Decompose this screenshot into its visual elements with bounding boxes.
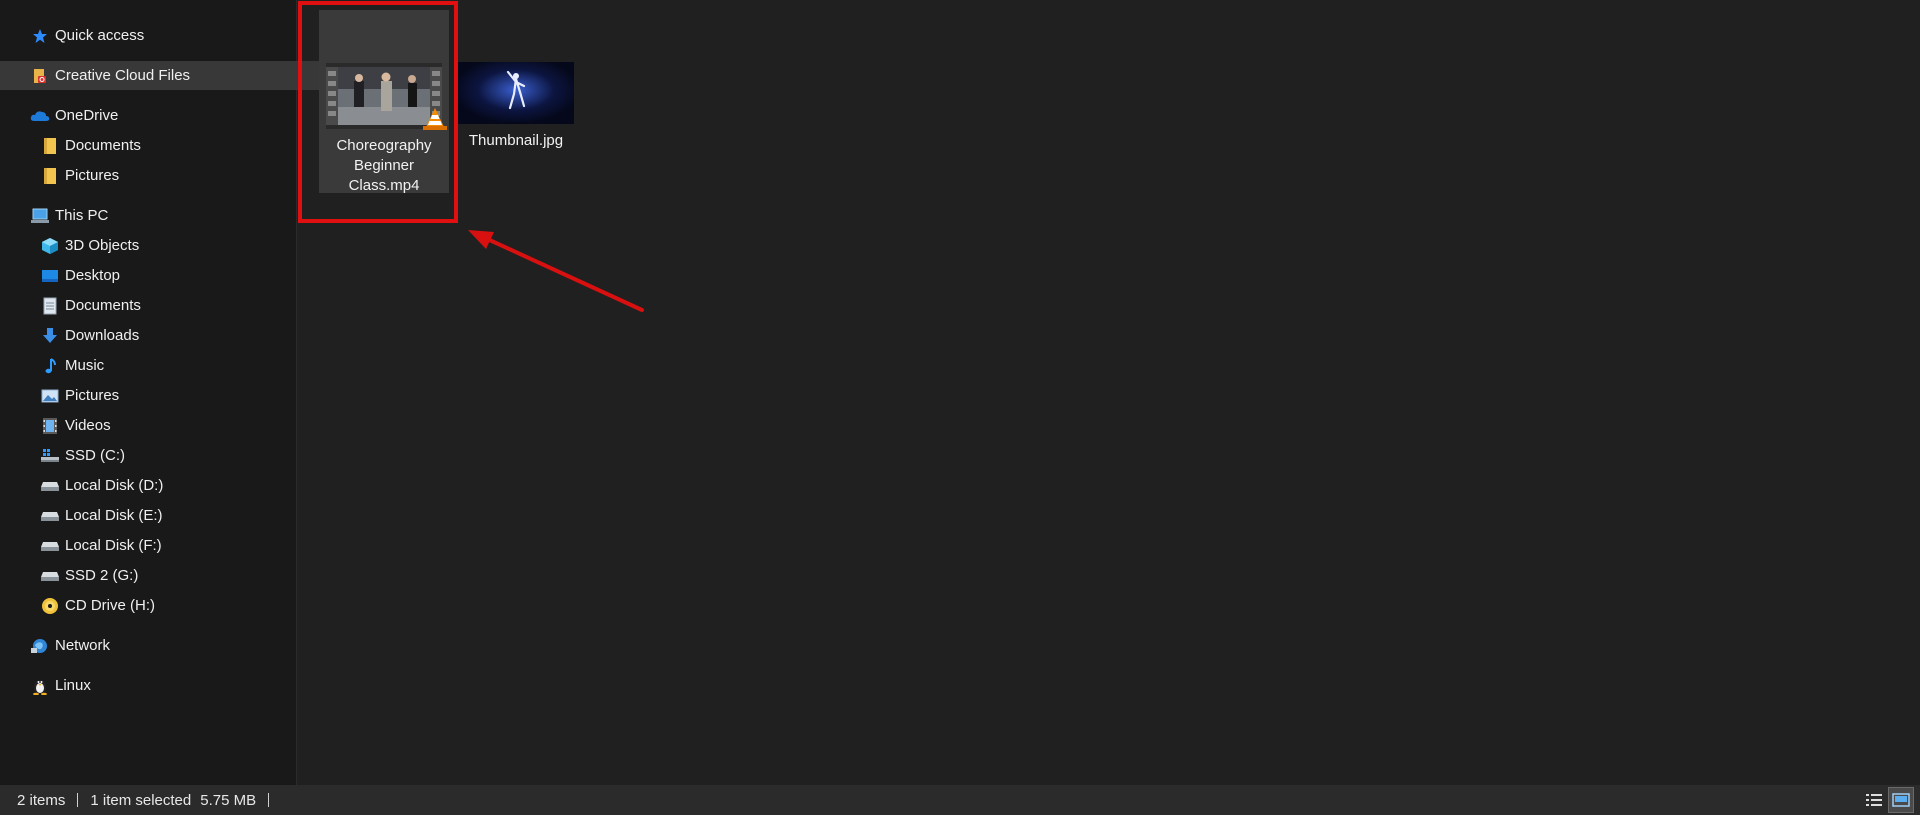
sidebar-item-local-disk-e[interactable]: Local Disk (E:) <box>0 501 334 530</box>
sidebar-item-label: Desktop <box>65 267 121 284</box>
sidebar-item-label: Local Disk (E:) <box>65 507 163 524</box>
sidebar-item-label: 3D Objects <box>65 237 140 254</box>
image-thumbnail <box>458 62 574 124</box>
sidebar-item-label: Pictures <box>65 167 120 184</box>
folder-icon <box>40 166 60 186</box>
sidebar-item-ssd-c[interactable]: SSD (C:) <box>0 441 334 470</box>
sidebar-item-ssd-2-g[interactable]: SSD 2 (G:) <box>0 561 334 590</box>
sidebar-item-quick-access[interactable]: Quick access <box>0 21 324 50</box>
navigation-pane: Quick access Creative Cloud Files OneDri… <box>0 0 324 785</box>
file-name-line: Beginner <box>353 157 415 174</box>
windows-drive-icon <box>40 446 60 466</box>
status-separator <box>268 793 270 807</box>
cd-drive-icon <box>40 596 60 616</box>
sidebar-item-3d-objects[interactable]: 3D Objects <box>0 231 334 260</box>
sidebar-item-label: Quick access <box>55 27 145 44</box>
folder-icon <box>40 136 60 156</box>
drive-icon <box>40 566 60 586</box>
linux-penguin-icon <box>30 676 50 696</box>
download-arrow-icon <box>40 326 60 346</box>
3d-objects-icon <box>40 236 60 256</box>
pictures-icon <box>40 386 60 406</box>
status-separator <box>77 793 79 807</box>
sidebar-item-label: Documents <box>65 137 141 154</box>
details-view-button[interactable] <box>1861 787 1887 813</box>
sidebar-item-onedrive[interactable]: OneDrive <box>0 101 324 130</box>
creative-cloud-folder-icon <box>30 66 50 86</box>
sidebar-item-label: Network <box>55 637 111 654</box>
music-note-icon <box>40 356 60 376</box>
sidebar-item-label: Local Disk (D:) <box>65 477 164 494</box>
onedrive-cloud-icon <box>30 106 50 126</box>
selection-size: 5.75 MB <box>200 791 257 809</box>
sidebar-item-local-disk-d[interactable]: Local Disk (D:) <box>0 471 334 500</box>
file-item-image[interactable]: Thumbnail.jpg <box>451 10 581 193</box>
sidebar-item-local-disk-f[interactable]: Local Disk (F:) <box>0 531 334 560</box>
video-thumbnail <box>326 63 447 130</box>
sidebar-item-documents[interactable]: Documents <box>0 291 334 320</box>
sidebar-item-videos[interactable]: Videos <box>0 411 334 440</box>
drive-icon <box>40 506 60 526</box>
sidebar-item-label: CD Drive (H:) <box>65 597 155 614</box>
file-item-video[interactable]: Choreography Beginner Class.mp4 <box>319 10 449 196</box>
sidebar-item-label: This PC <box>55 207 109 224</box>
sidebar-item-label: Downloads <box>65 327 140 344</box>
sidebar-item-label: Linux <box>55 677 91 694</box>
film-icon <box>40 416 60 436</box>
large-icons-view-icon <box>1892 793 1910 807</box>
selection-count: 1 item selected <box>90 791 192 809</box>
file-explorer-window: Quick access Creative Cloud Files OneDri… <box>0 0 1920 815</box>
sidebar-item-desktop[interactable]: Desktop <box>0 261 334 290</box>
sidebar-item-network[interactable]: Network <box>0 631 324 660</box>
file-name-line: Choreography <box>336 137 432 154</box>
details-view-icon <box>1866 794 1882 806</box>
network-icon <box>30 636 50 656</box>
sidebar-item-music[interactable]: Music <box>0 351 334 380</box>
sidebar-item-onedrive-pictures[interactable]: Pictures <box>0 161 334 190</box>
sidebar-item-downloads[interactable]: Downloads <box>0 321 334 350</box>
sidebar-item-onedrive-documents[interactable]: Documents <box>0 131 334 160</box>
file-name-label: Choreography Beginner Class.mp4 <box>336 136 431 196</box>
sidebar-item-label: Local Disk (F:) <box>65 537 162 554</box>
sidebar-item-label: SSD 2 (G:) <box>65 567 139 584</box>
drive-icon <box>40 536 60 556</box>
sidebar-item-label: Documents <box>65 297 141 314</box>
vlc-cone-icon <box>423 108 447 130</box>
sidebar-item-label: OneDrive <box>55 107 119 124</box>
sidebar-item-label: SSD (C:) <box>65 447 125 464</box>
file-name-label: Thumbnail.jpg <box>469 131 563 151</box>
file-name-line: Class.mp4 <box>348 177 420 194</box>
sidebar-item-cd-drive-h[interactable]: CD Drive (H:) <box>0 591 334 620</box>
sidebar-item-this-pc[interactable]: This PC <box>0 201 324 230</box>
large-icons-view-button[interactable] <box>1888 787 1914 813</box>
status-bar: 2 items 1 item selected 5.75 MB <box>0 785 1920 815</box>
file-name-line: Thumbnail.jpg <box>468 132 564 149</box>
sidebar-item-label: Videos <box>65 417 111 434</box>
star-icon <box>30 26 50 46</box>
sidebar-item-label: Creative Cloud Files <box>55 67 191 84</box>
documents-icon <box>40 296 60 316</box>
drive-icon <box>40 476 60 496</box>
sidebar-item-label: Music <box>65 357 105 374</box>
sidebar-item-creative-cloud-files[interactable]: Creative Cloud Files <box>0 61 324 90</box>
item-count: 2 items <box>17 791 66 809</box>
computer-icon <box>30 206 50 226</box>
sidebar-item-label: Pictures <box>65 387 120 404</box>
sidebar-item-linux[interactable]: Linux <box>0 671 324 700</box>
desktop-icon <box>40 266 60 286</box>
sidebar-item-pictures[interactable]: Pictures <box>0 381 334 410</box>
